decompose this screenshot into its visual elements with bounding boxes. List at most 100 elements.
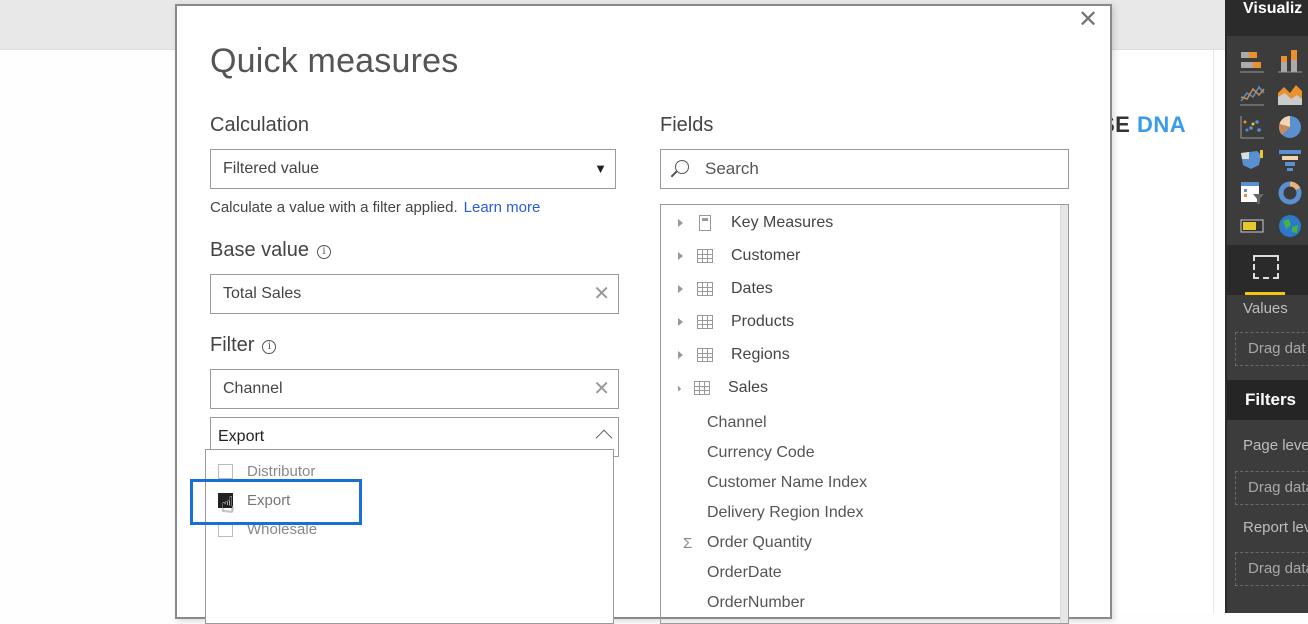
visual-gallery (1227, 36, 1308, 241)
values-label: Values (1243, 300, 1288, 317)
calculation-description: Calculate a value with a filter applied. (210, 199, 458, 216)
table-icon (697, 315, 713, 329)
slicer-icon[interactable] (1237, 178, 1267, 208)
caret-down-icon: ▼ (594, 161, 607, 176)
field-name: OrderNumber (707, 594, 805, 611)
expand-arrow-icon[interactable] (678, 252, 683, 260)
checkbox[interactable] (218, 463, 233, 479)
line-chart-icon[interactable] (1237, 79, 1267, 109)
learn-more-link[interactable]: Learn more (464, 199, 541, 216)
stacked-bar-chart-icon[interactable] (1237, 46, 1267, 76)
scatter-chart-icon[interactable] (1237, 112, 1267, 142)
filter-values-list: Distributor Export Wholesale (205, 449, 614, 624)
calculator-icon (699, 215, 711, 231)
filled-map-icon[interactable] (1237, 145, 1267, 175)
table-name: Regions (731, 346, 790, 363)
search-placeholder: Search (705, 159, 759, 178)
table-name: Dates (731, 280, 773, 297)
search-icon (675, 160, 689, 174)
quick-measures-dialog: ✕ Quick measures Calculation Filtered va… (175, 4, 1112, 624)
field-name: Currency Code (707, 444, 815, 461)
field-name: Channel (707, 414, 767, 431)
tree-table-dates[interactable]: Dates (661, 276, 1056, 302)
table-name: Sales (728, 379, 769, 396)
info-icon[interactable]: i (316, 245, 331, 259)
hand-cursor-icon: ☝ (221, 492, 235, 517)
tree-table-customer[interactable]: Customer (661, 243, 1056, 269)
field-name: Delivery Region Index (707, 504, 864, 521)
collapse-arrow-icon[interactable] (674, 384, 682, 392)
field-currency-code[interactable]: Currency Code (661, 440, 1056, 466)
donut-chart-icon[interactable] (1275, 178, 1305, 208)
field-order-quantity[interactable]: Σ Order Quantity (661, 530, 1056, 556)
fields-search-input[interactable]: Search (660, 149, 1069, 189)
expand-arrow-icon[interactable] (678, 351, 683, 359)
page-level-filters-label: Page leve (1243, 437, 1308, 454)
active-tab-underline (1245, 292, 1285, 295)
fields-tree: Key Measures Customer Dates Products Reg… (660, 204, 1069, 624)
table-icon (694, 381, 710, 395)
calculation-dropdown[interactable]: Filtered value ▼ (210, 149, 616, 189)
filter-field-text: Channel (223, 380, 283, 397)
expand-arrow-icon[interactable] (678, 285, 683, 293)
field-delivery-region-index[interactable]: Delivery Region Index (661, 500, 1056, 526)
values-drop-zone[interactable]: Drag dat (1235, 332, 1308, 366)
close-icon[interactable]: ✕ (1076, 8, 1100, 32)
info-icon[interactable]: i (262, 340, 277, 354)
calculation-help: Calculate a value with a filter applied.… (210, 199, 540, 216)
fields-well-tab[interactable] (1227, 245, 1308, 295)
table-name: Customer (731, 247, 801, 264)
globe-map-icon[interactable] (1275, 211, 1305, 241)
funnel-chart-icon[interactable] (1275, 145, 1305, 175)
pie-chart-icon[interactable] (1275, 112, 1305, 142)
sigma-icon: Σ (683, 534, 693, 552)
fields-label: Fields (660, 114, 714, 136)
visualizations-pane: Visualiz Values Drag dat Filters Page le… (1225, 0, 1308, 613)
clear-base-value-icon[interactable]: ✕ (593, 275, 610, 313)
tree-table-products[interactable]: Products (661, 309, 1056, 335)
area-chart-icon[interactable] (1275, 79, 1305, 109)
dialog-title: Quick measures (210, 42, 459, 80)
enterprise-dna-logo: SE DNA (1100, 112, 1186, 138)
base-value-label: Base value i (210, 239, 331, 262)
table-name: Key Measures (731, 214, 834, 231)
filter-field[interactable]: Channel ✕ (210, 369, 619, 409)
logo-text-blue: DNA (1136, 112, 1187, 137)
tree-table-key-measures[interactable]: Key Measures (661, 210, 1056, 236)
filters-title: Filters (1227, 380, 1308, 420)
filter-label: Filter i (210, 334, 277, 357)
expand-arrow-icon[interactable] (678, 219, 683, 227)
field-name: Order Quantity (707, 534, 812, 551)
field-ordernumber[interactable]: OrderNumber (661, 590, 1056, 616)
field-customer-name-index[interactable]: Customer Name Index (661, 470, 1056, 496)
table-name: Products (731, 313, 795, 330)
tree-table-regions[interactable]: Regions (661, 342, 1056, 368)
option-label: Distributor (247, 462, 316, 480)
card-icon[interactable] (1237, 211, 1267, 241)
calculation-label: Calculation (210, 114, 309, 136)
report-level-drop-zone[interactable]: Drag data (1235, 552, 1308, 586)
filter-selected-value: Export (218, 428, 265, 445)
field-name: OrderDate (707, 564, 782, 581)
filter-label-text: Filter (210, 334, 255, 356)
page-level-drop-zone[interactable]: Drag data (1235, 471, 1308, 505)
base-value-label-text: Base value (210, 239, 309, 261)
field-orderdate[interactable]: OrderDate (661, 560, 1056, 586)
calculation-selected-value: Filtered value (223, 160, 320, 177)
stacked-column-chart-icon[interactable] (1275, 46, 1305, 76)
fields-well-icon (1253, 255, 1279, 279)
report-level-filters-label: Report lev (1243, 519, 1308, 536)
table-icon (697, 249, 713, 263)
expand-arrow-icon[interactable] (678, 318, 683, 326)
base-value-field[interactable]: Total Sales ✕ (210, 274, 619, 314)
visualizations-title: Visualiz (1227, 0, 1308, 36)
table-icon (697, 282, 713, 296)
fields-scrollbar[interactable] (1060, 205, 1068, 623)
clear-filter-icon[interactable]: ✕ (593, 370, 610, 408)
base-value-text: Total Sales (223, 285, 302, 302)
field-channel[interactable]: Channel (661, 410, 1056, 436)
tree-table-sales[interactable]: Sales (661, 375, 1056, 401)
table-icon (697, 348, 713, 362)
chevron-up-icon (595, 429, 613, 447)
field-name: Customer Name Index (707, 474, 868, 491)
